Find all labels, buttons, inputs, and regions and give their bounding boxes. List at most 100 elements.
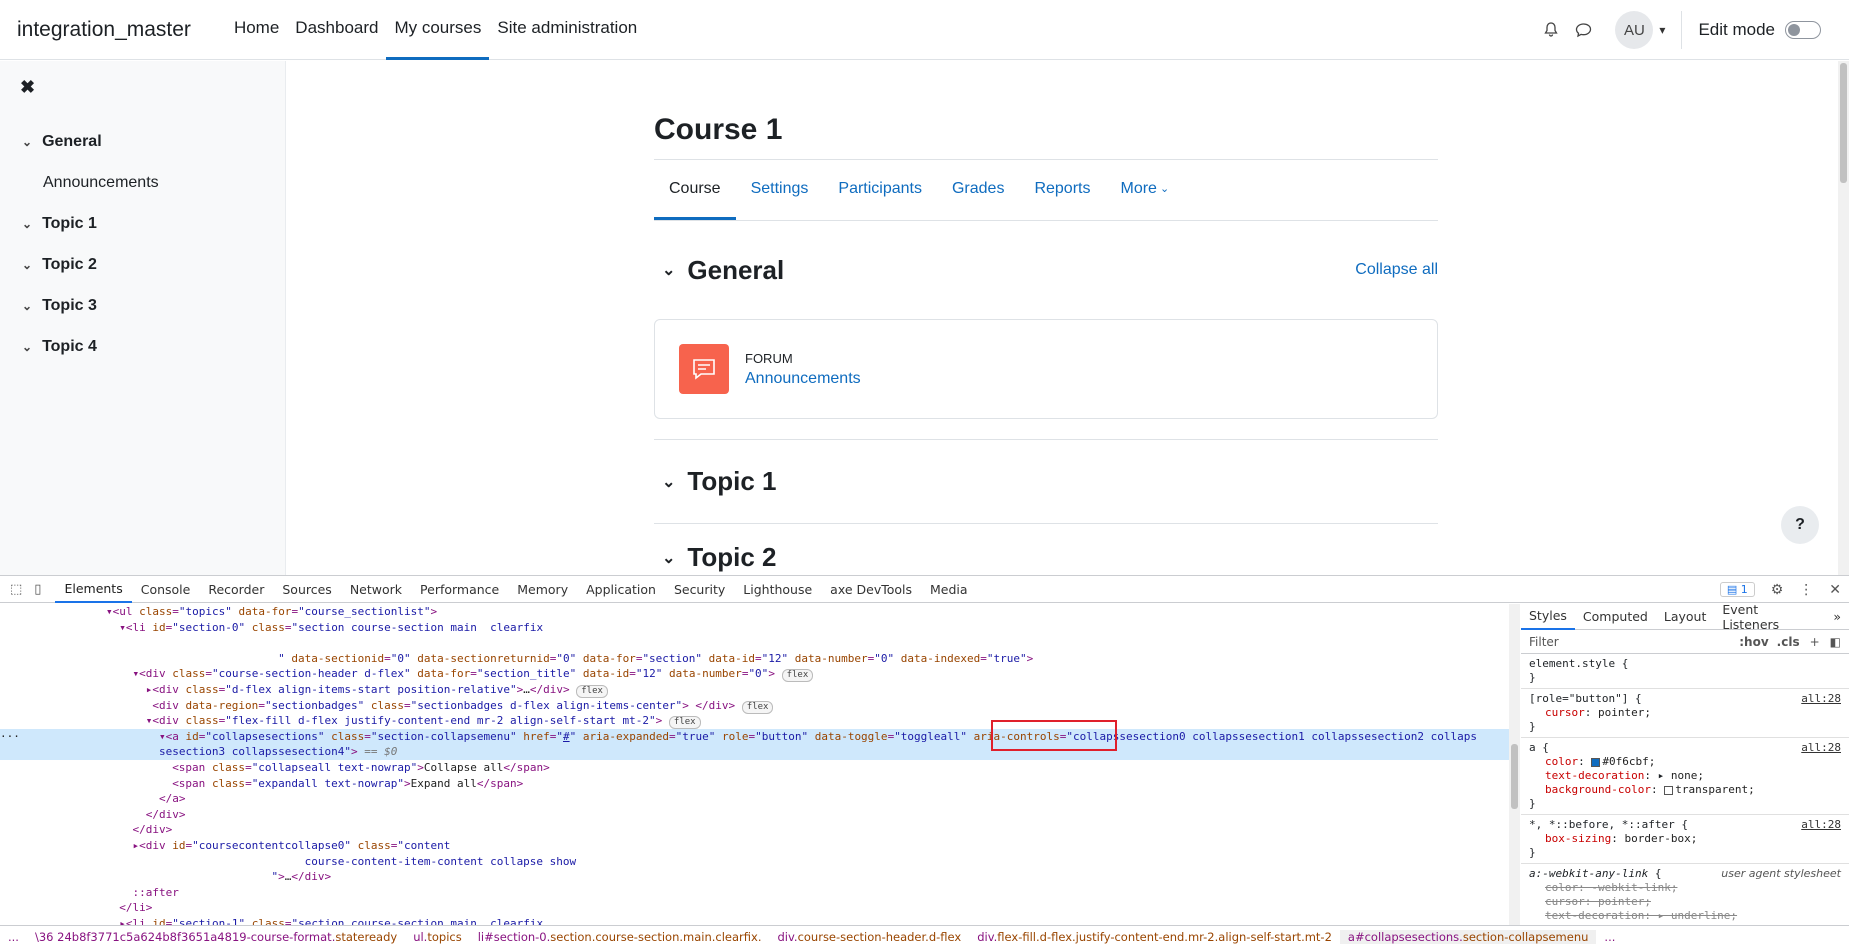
dom-line[interactable]: </a> [0,791,1510,807]
nav-site-administration[interactable]: Site administration [489,0,645,60]
tab-grades[interactable]: Grades [937,160,1019,220]
breadcrumb-item[interactable]: li#section-0.section.course-section.main… [470,930,770,944]
devtools-tab-network[interactable]: Network [341,576,411,603]
course-index-section-topic-4[interactable]: ⌄ Topic 4 [0,326,285,367]
rule-source-link[interactable]: all:28 [1801,818,1841,832]
gear-icon[interactable]: ⚙ [1771,582,1784,598]
flex-badge[interactable]: flex [576,684,608,698]
message-icon[interactable] [1573,20,1593,40]
chevron-down-icon[interactable]: ⌄ [662,260,675,280]
rule-source-link[interactable]: all:28 [1801,692,1841,706]
tab-reports[interactable]: Reports [1019,160,1105,220]
devtools-tab-performance[interactable]: Performance [411,576,508,603]
close-icon[interactable]: ✕ [1829,582,1841,598]
rule-source-link[interactable]: all:28 [1801,741,1841,755]
breadcrumb-item[interactable]: ... [1596,930,1623,944]
course-index-section-topic-2[interactable]: ⌄ Topic 2 [0,244,285,285]
chevron-down-icon[interactable]: ⌄ [22,340,32,354]
flex-badge[interactable]: flex [781,669,814,683]
nav-dashboard[interactable]: Dashboard [287,0,386,60]
dom-line[interactable]: ">…</div> [0,869,1510,885]
nav-my-courses[interactable]: My courses [386,0,490,60]
plus-icon[interactable]: + [1810,635,1820,649]
devtools-tab-memory[interactable]: Memory [508,576,577,603]
dom-line[interactable]: course-content-item-content collapse sho… [0,854,1510,870]
devtools-tab-lighthouse[interactable]: Lighthouse [734,576,821,603]
dom-line[interactable]: </li> [0,900,1510,916]
style-rule-universal[interactable]: *, *::before, *::after {all:28 box-sizing… [1521,815,1849,864]
chevron-down-icon[interactable]: ⌄ [22,299,32,313]
hov-toggle[interactable]: :hov [1739,635,1768,649]
chevron-down-icon[interactable]: ⌄ [22,258,32,272]
avatar[interactable]: AU [1615,11,1654,49]
breadcrumb-item-selected[interactable]: a#collapsesections.section-collapsemenu [1339,929,1597,944]
devtools-tab-application[interactable]: Application [577,576,665,603]
breadcrumb-item[interactable]: \36 24b8f3771c5a624b8f3651a4819-course-f… [27,930,405,944]
breadcrumb-item[interactable]: ul.topics [405,930,470,944]
breadcrumb-item[interactable]: ... [0,930,27,944]
tab-participants[interactable]: Participants [823,160,937,220]
style-rule-role-button[interactable]: [role="button"] {all:28 cursor: pointer;} [1521,689,1849,738]
dom-line[interactable]: ▾<div class="flex-fill d-flex justify-co… [0,713,1510,730]
devtools-tab-recorder[interactable]: Recorder [199,576,273,603]
edit-mode-toggle[interactable] [1785,21,1821,39]
dom-line[interactable]: " data-sectionid="0" data-sectionreturni… [0,651,1510,667]
devtools-tab-media[interactable]: Media [921,576,977,603]
course-index-item-announcements[interactable]: Announcements [0,162,285,203]
scrollbar-thumb[interactable] [1511,744,1518,809]
close-icon[interactable]: ✖ [20,77,35,98]
flex-badge[interactable]: flex [741,700,774,714]
inspect-icon[interactable]: ⬚ [10,582,22,597]
breadcrumb-item[interactable]: div.course-section-header.d-flex [769,930,969,944]
devtools-tab-console[interactable]: Console [132,576,200,603]
chevron-down-icon[interactable]: ▾ [1659,23,1665,37]
dom-line[interactable]: ▾<li id="section-0" class="section cours… [0,620,1510,636]
dom-line[interactable]: </div> [0,822,1510,838]
site-brand[interactable]: integration_master [17,18,191,42]
cls-toggle[interactable]: .cls [1777,635,1800,649]
tab-more[interactable]: More ⌄ [1105,160,1184,220]
devtools-tab-elements[interactable]: Elements [55,576,132,603]
course-index-section-general[interactable]: ⌄ General [0,121,285,162]
style-rule-element[interactable]: element.style {} [1521,654,1849,689]
dom-line[interactable]: ▾<div class="course-section-header d-fle… [0,666,1510,683]
tab-course[interactable]: Course [654,160,736,220]
device-toggle-icon[interactable]: ▯ [34,582,41,597]
elements-tree[interactable]: ▾<ul class="topics" data-for="course_sec… [0,604,1511,926]
chevron-down-icon[interactable]: ⌄ [22,135,32,149]
course-index-section-topic-1[interactable]: ⌄ Topic 1 [0,203,285,244]
bell-icon[interactable] [1541,20,1561,40]
dom-line-selected[interactable]: sesection3 collapssesection4"> == $0 [0,744,1510,760]
help-button[interactable]: ? [1781,506,1819,544]
dom-line[interactable]: ▸<div class="d-flex align-items-start po… [0,682,1510,698]
dom-line-selected[interactable]: ··· ▾<a id="collapsesections" class="sec… [0,728,1510,745]
devtools-tab-sources[interactable]: Sources [273,576,340,603]
dom-line[interactable]: ▾<ul class="topics" data-for="course_sec… [0,604,1510,620]
styles-filter-input[interactable]: Filter [1529,635,1739,649]
tab-styles[interactable]: Styles [1521,604,1575,630]
breadcrumb-item[interactable]: div.flex-fill.d-flex.justify-content-end… [969,930,1340,944]
chevron-right-icon[interactable]: » [1825,609,1849,624]
chevron-down-icon[interactable]: ⌄ [662,472,675,492]
devtools-tab-axe[interactable]: axe DevTools [821,576,921,603]
style-rule-webkit-any-link[interactable]: a:-webkit-any-link {user agent styleshee… [1521,864,1849,926]
issues-badge[interactable]: ▤ 1 [1719,582,1755,597]
course-index-section-topic-3[interactable]: ⌄ Topic 3 [0,285,285,326]
sidebar-toggle-icon[interactable]: ◧ [1830,635,1841,649]
devtools-tab-security[interactable]: Security [665,576,734,603]
page-scrollbar[interactable] [1838,61,1849,575]
scrollbar-thumb[interactable] [1840,63,1847,183]
flex-badge[interactable]: flex [668,716,701,730]
chevron-down-icon[interactable]: ⌄ [22,217,32,231]
collapse-all-link[interactable]: Collapse all [1355,261,1438,279]
tab-layout[interactable]: Layout [1656,609,1715,624]
dom-line[interactable]: ::after [0,885,1510,901]
dom-line[interactable]: <span class="expandall text-nowrap">Expa… [0,776,1510,792]
activity-link[interactable]: Announcements [745,370,861,388]
chevron-down-icon[interactable]: ⌄ [662,548,675,568]
dom-line[interactable]: <span class="collapseall text-nowrap">Co… [0,760,1510,776]
tab-event-listeners[interactable]: Event Listeners [1714,604,1825,632]
elements-scrollbar[interactable] [1509,604,1520,926]
dom-line[interactable]: ▸<div id="coursecontentcollapse0" class=… [0,838,1510,854]
tab-computed[interactable]: Computed [1575,609,1656,624]
